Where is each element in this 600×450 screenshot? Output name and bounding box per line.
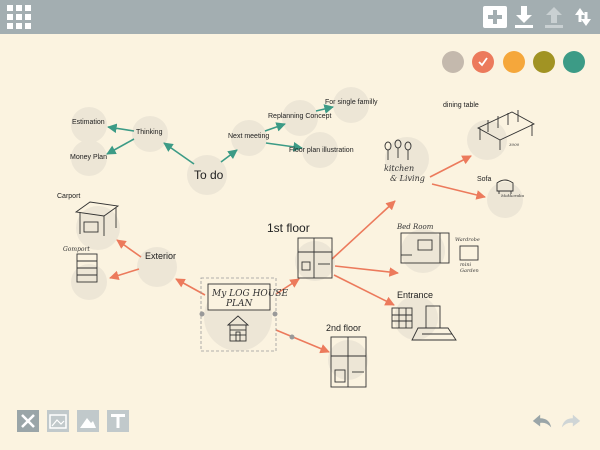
add-image-icon[interactable] — [47, 410, 69, 432]
grid-menu-icon[interactable] — [6, 4, 32, 30]
root-title-line1: My LOG HOUSE — [211, 289, 289, 299]
sketch-kitchen-line1: kitchen — [384, 164, 414, 173]
node-carport[interactable]: Carport — [57, 193, 80, 200]
node-second-floor[interactable]: 2nd floor — [326, 323, 361, 333]
node-money-plan[interactable]: Money Plan — [70, 154, 107, 161]
node-estimation[interactable]: Estimation — [72, 119, 105, 126]
node-first-floor[interactable]: 1st floor — [267, 221, 310, 235]
sketch-sofa-label: Mokkoraba — [500, 193, 525, 198]
redo-icon[interactable] — [560, 410, 582, 432]
sketch-bedroom-note-1: Wardrobe — [455, 237, 480, 243]
upload-icon[interactable] — [541, 4, 567, 30]
node-for-single[interactable]: For single familly — [325, 99, 378, 106]
sketch-dining-label: 3000 — [509, 142, 520, 147]
node-todo[interactable]: To do — [194, 168, 224, 182]
sketch-kitchen-line2: & Living — [390, 174, 425, 183]
node-next-meeting[interactable]: Next meeting — [228, 133, 269, 140]
add-node-icon[interactable] — [482, 4, 508, 30]
node-replanning[interactable]: Replanning Concept — [268, 113, 331, 120]
sketch-garage-label: Gomport — [63, 246, 90, 253]
sketch-bedroom-note-3: Garden — [460, 268, 479, 274]
mind-map-canvas[interactable]: My LOG HOUSE PLAN Estimation Money Plan … — [0, 34, 600, 414]
undo-icon[interactable] — [531, 410, 553, 432]
download-icon[interactable] — [511, 4, 537, 30]
sync-icon[interactable] — [570, 4, 596, 30]
top-toolbar — [0, 0, 600, 34]
node-exterior[interactable]: Exterior — [145, 251, 176, 261]
node-dining-table[interactable]: dining table — [443, 102, 479, 109]
node-thinking[interactable]: Thinking — [136, 129, 163, 136]
node-sofa[interactable]: Sofa — [477, 176, 492, 183]
text-icon[interactable] — [107, 410, 129, 432]
picture-icon[interactable] — [77, 410, 99, 432]
root-title-line2: PLAN — [225, 299, 254, 309]
node-floor-plan[interactable]: Floor plan illustration — [289, 147, 354, 154]
delete-icon[interactable] — [17, 410, 39, 432]
node-entrance[interactable]: Entrance — [397, 290, 433, 300]
sketch-bedroom-label: Bed Room — [396, 223, 434, 231]
